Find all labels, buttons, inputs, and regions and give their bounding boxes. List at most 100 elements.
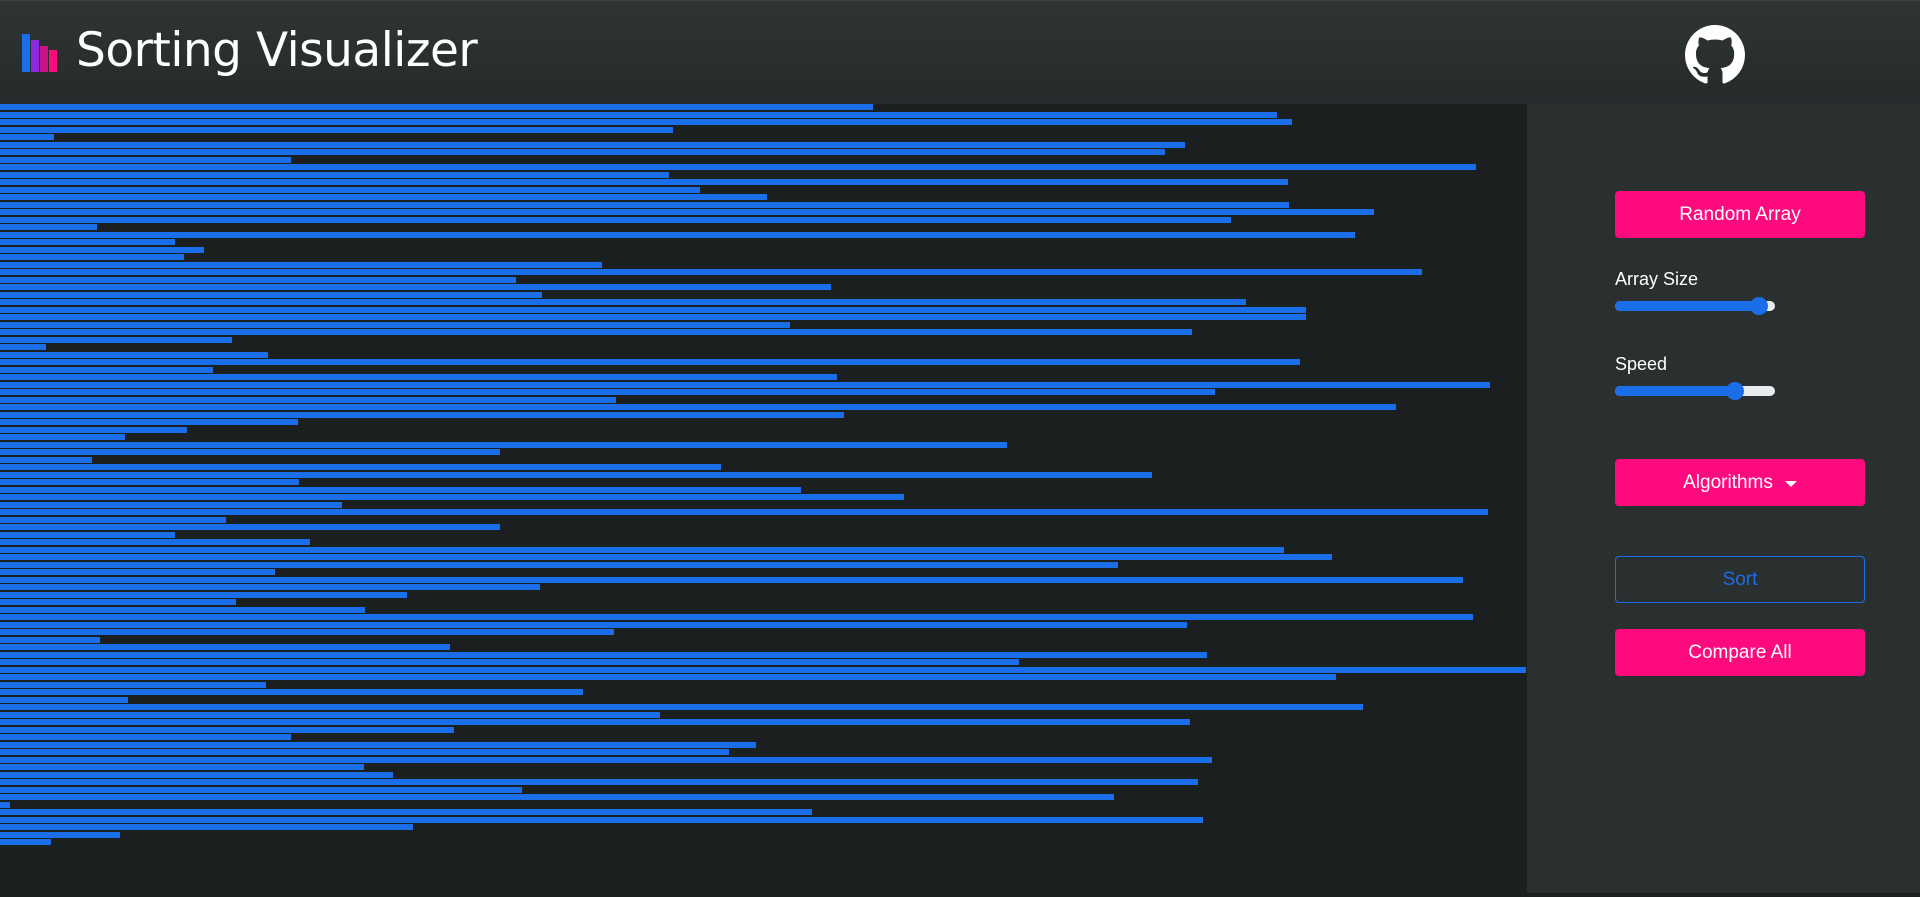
array-bar bbox=[0, 389, 1215, 395]
app-title: Sorting Visualizer bbox=[76, 23, 478, 78]
array-bar bbox=[0, 209, 1374, 215]
array-bar bbox=[0, 359, 1300, 365]
array-bar bbox=[0, 254, 184, 260]
algorithms-dropdown[interactable]: Algorithms bbox=[1615, 459, 1865, 506]
array-bar bbox=[0, 524, 500, 530]
array-bar bbox=[0, 681, 266, 688]
speed-slider[interactable] bbox=[1615, 382, 1775, 400]
array-bar bbox=[0, 696, 128, 703]
array-bar bbox=[0, 824, 413, 830]
array-bar bbox=[0, 119, 1292, 125]
array-size-label: Array Size bbox=[1615, 269, 1699, 289]
bar-chart-logo-icon bbox=[22, 30, 64, 72]
array-bar bbox=[0, 104, 873, 110]
array-bar bbox=[0, 584, 540, 590]
array-bar bbox=[0, 336, 232, 343]
array-bar bbox=[0, 231, 1355, 238]
compare-all-button[interactable]: Compare All bbox=[1615, 629, 1865, 676]
array-bar bbox=[0, 599, 236, 605]
brand[interactable]: Sorting Visualizer bbox=[22, 23, 478, 78]
array-bar bbox=[0, 239, 175, 245]
array-bar bbox=[0, 651, 1207, 658]
array-bar bbox=[0, 479, 299, 485]
array-bar bbox=[0, 366, 213, 373]
array-bar bbox=[0, 426, 187, 433]
array-bar bbox=[0, 516, 226, 523]
array-bar bbox=[0, 779, 1198, 785]
array-bar bbox=[0, 614, 1473, 620]
array-bar bbox=[0, 276, 516, 283]
array-bar bbox=[0, 831, 120, 838]
array-bar bbox=[0, 404, 1396, 410]
array-bar bbox=[0, 741, 756, 748]
array-bar bbox=[0, 411, 844, 418]
array-size-slider[interactable] bbox=[1615, 297, 1775, 315]
speed-label: Speed bbox=[1615, 354, 1668, 374]
array-bar bbox=[0, 216, 1231, 223]
array-bar bbox=[0, 269, 1422, 275]
array-bar bbox=[0, 771, 393, 778]
array-bar bbox=[0, 734, 291, 740]
array-bar bbox=[0, 764, 364, 770]
array-bar bbox=[0, 261, 602, 268]
array-bar bbox=[0, 164, 1476, 170]
array-bar bbox=[0, 606, 365, 613]
array-bar bbox=[0, 329, 1192, 335]
array-bar bbox=[0, 224, 97, 230]
array-bar bbox=[0, 509, 1488, 515]
array-bar bbox=[0, 186, 700, 193]
array-bar bbox=[0, 299, 1246, 305]
array-size-slider-fill bbox=[1615, 301, 1759, 311]
array-bar bbox=[0, 531, 175, 538]
array-bar bbox=[0, 539, 310, 545]
array-bar bbox=[0, 419, 298, 425]
array-bar bbox=[0, 149, 1165, 155]
array-bar bbox=[0, 629, 614, 635]
array-bar bbox=[0, 486, 801, 493]
array-bar bbox=[0, 644, 450, 650]
array-bar bbox=[0, 471, 1152, 478]
array-bar bbox=[0, 494, 904, 500]
array-bar bbox=[0, 689, 583, 695]
array-bar bbox=[0, 374, 837, 380]
array-bar bbox=[0, 291, 542, 298]
sort-button[interactable]: Sort bbox=[1615, 556, 1865, 603]
array-bar bbox=[0, 381, 1490, 388]
array-bars-area bbox=[0, 104, 1527, 897]
array-bar bbox=[0, 756, 1212, 763]
array-bar bbox=[0, 636, 100, 643]
random-array-button[interactable]: Random Array bbox=[1615, 191, 1865, 238]
array-bar bbox=[0, 141, 1185, 148]
array-bar bbox=[0, 711, 660, 718]
array-bar bbox=[0, 786, 522, 793]
array-bar bbox=[0, 726, 454, 733]
array-bar bbox=[0, 306, 1306, 313]
array-bar bbox=[0, 839, 51, 845]
array-bar bbox=[0, 321, 790, 328]
speed-slider-thumb[interactable] bbox=[1726, 382, 1744, 400]
array-bar bbox=[0, 621, 1187, 628]
array-size-slider-thumb[interactable] bbox=[1750, 297, 1768, 315]
github-icon[interactable] bbox=[1685, 25, 1745, 85]
array-bar bbox=[0, 314, 1306, 320]
array-bar bbox=[0, 111, 1277, 118]
array-bar bbox=[0, 576, 1463, 583]
speed-slider-fill bbox=[1615, 386, 1735, 396]
array-bar bbox=[0, 351, 268, 358]
array-bar bbox=[0, 501, 342, 508]
array-bar bbox=[0, 719, 1190, 725]
array-bar bbox=[0, 396, 616, 403]
array-bar bbox=[0, 591, 407, 598]
algorithms-label: Algorithms bbox=[1683, 471, 1773, 493]
array-bar bbox=[0, 134, 54, 140]
array-bar bbox=[0, 749, 729, 755]
array-bar bbox=[0, 194, 767, 200]
array-bar bbox=[0, 441, 1007, 448]
array-bar bbox=[0, 659, 1019, 665]
array-bar bbox=[0, 546, 1284, 553]
array-bar bbox=[0, 569, 275, 575]
array-bar bbox=[0, 456, 92, 463]
array-bar bbox=[0, 201, 1289, 208]
array-bar bbox=[0, 801, 10, 808]
array-bar bbox=[0, 561, 1118, 568]
